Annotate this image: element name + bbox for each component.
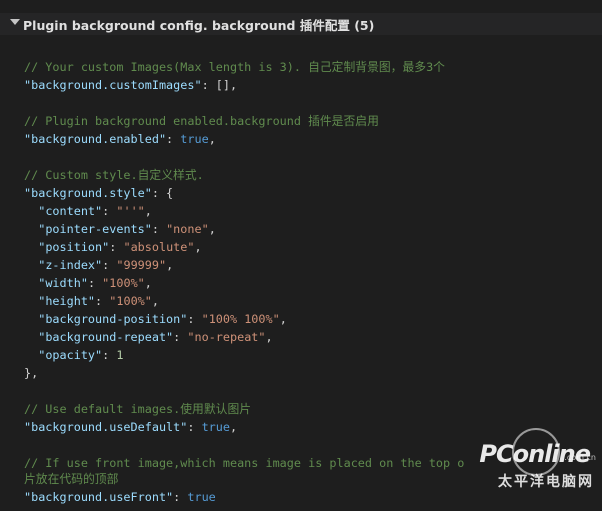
punctuation: ,: [166, 258, 174, 272]
style-property-line: "width": "100%",: [38, 276, 152, 290]
json-key: "pointer-events": [38, 222, 152, 236]
punctuation: :: [166, 132, 181, 146]
punctuation: :: [173, 490, 188, 504]
style-property-line: "z-index": "99999",: [38, 258, 174, 272]
code-line: "background.enabled": true,: [24, 130, 216, 148]
code-line: "background.customImages": [],: [24, 76, 237, 94]
punctuation: ,: [279, 312, 287, 326]
watermark-domain: .com.cn: [564, 453, 596, 462]
string-value: "none": [166, 222, 209, 236]
code-line: "background.useFront": true: [24, 488, 216, 506]
punctuation: : [],: [201, 78, 238, 92]
number-value: 1: [116, 348, 124, 362]
json-key: "z-index": [38, 258, 103, 272]
chevron-down-icon[interactable]: [10, 19, 20, 25]
comment-line: // Custom style.自定义样式.: [24, 168, 204, 182]
json-key: "position": [38, 240, 110, 254]
code-line: "background.style": {: [24, 184, 173, 202]
punctuation: :: [187, 420, 202, 434]
style-property-line: "content": "''",: [38, 204, 152, 218]
json-key: "background.useDefault": [24, 420, 188, 434]
comment-line: // Your custom Images(Max length is 3). …: [24, 60, 445, 74]
punctuation: ,: [265, 330, 273, 344]
string-value: "100% 100%": [201, 312, 280, 326]
punctuation: ,: [144, 204, 152, 218]
json-key: "background.customImages": [24, 78, 202, 92]
boolean-value: true: [180, 132, 209, 146]
boolean-value: true: [187, 490, 216, 504]
watermark: PConline .com.cn 太平洋电脑网: [470, 428, 600, 508]
string-value: "absolute": [123, 240, 195, 254]
style-property-line: "opacity": 1: [38, 348, 124, 362]
punctuation: ,: [194, 240, 202, 254]
punctuation: ,: [208, 132, 216, 146]
code-line: },: [24, 366, 39, 380]
json-key: "background-repeat": [38, 330, 174, 344]
punctuation: ,: [208, 222, 216, 236]
string-value: "100%": [102, 276, 145, 290]
punctuation: ,: [230, 420, 238, 434]
style-property-line: "position": "absolute",: [38, 240, 202, 254]
json-key: "background.useFront": [24, 490, 174, 504]
string-value: "100%": [109, 294, 152, 308]
boolean-value: true: [201, 420, 230, 434]
json-key: "background-position": [38, 312, 188, 326]
code-line: "background.useDefault": true,: [24, 418, 237, 436]
style-property-line: "background-position": "100% 100%",: [38, 312, 287, 326]
style-property-line: "background-repeat": "no-repeat",: [38, 330, 273, 344]
json-key: "opacity": [38, 348, 103, 362]
string-value: "''": [116, 204, 145, 218]
settings-section-header[interactable]: Plugin background config. background 插件配…: [0, 0, 602, 45]
json-key: "background.enabled": [24, 132, 167, 146]
punctuation: : {: [151, 186, 174, 200]
comment-line: // Use default images.使用默认图片: [24, 402, 252, 416]
json-key: "background.style": [24, 186, 152, 200]
punctuation: ,: [144, 276, 152, 290]
json-key: "height": [38, 294, 96, 308]
json-key: "content": [38, 204, 103, 218]
comment-line: // Plugin background enabled.background …: [24, 114, 379, 128]
section-title: Plugin background config. background 插件配…: [23, 18, 375, 33]
style-property-line: "pointer-events": "none",: [38, 222, 216, 236]
watermark-chinese: 太平洋电脑网: [498, 474, 594, 490]
string-value: "99999": [116, 258, 167, 272]
punctuation: ,: [151, 294, 159, 308]
string-value: "no-repeat": [187, 330, 266, 344]
comment-line: 片放在代码的顶部: [24, 472, 119, 486]
style-property-line: "height": "100%",: [38, 294, 159, 308]
json-key: "width": [38, 276, 88, 290]
